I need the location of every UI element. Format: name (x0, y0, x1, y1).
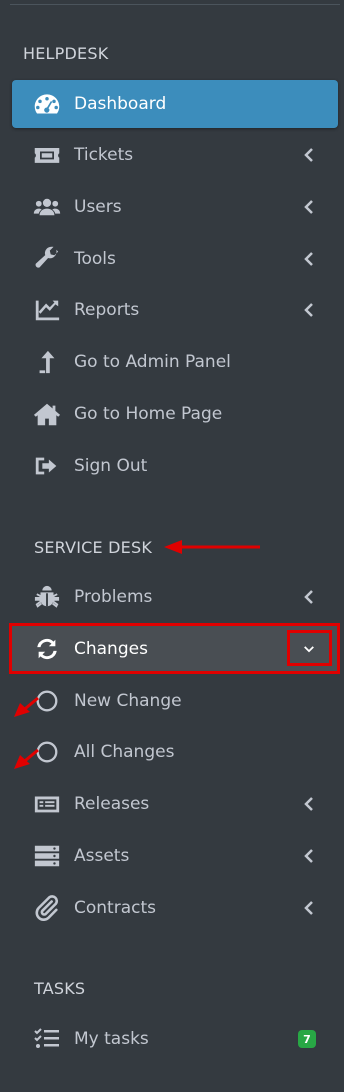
nav-label: My tasks (74, 1029, 149, 1049)
bug-icon (32, 582, 62, 612)
dashboard-icon (32, 89, 62, 119)
chevron-left-icon[interactable] (300, 198, 318, 216)
nav-item-my-tasks[interactable]: My tasks 7 (12, 1016, 338, 1062)
nav-item-releases[interactable]: Releases (12, 781, 338, 827)
nav-item-all-changes[interactable]: All Changes (12, 729, 338, 775)
paperclip-icon (32, 893, 62, 923)
circle-icon (32, 686, 62, 716)
nav-label: Users (74, 197, 122, 217)
nav-label: Contracts (74, 898, 156, 918)
nav-item-dashboard[interactable]: Dashboard (12, 80, 338, 128)
sidebar-divider (10, 4, 340, 5)
releases-icon (32, 789, 62, 819)
nav-item-problems[interactable]: Problems (12, 574, 338, 620)
chevron-left-icon[interactable] (300, 588, 318, 606)
nav-item-admin-panel[interactable]: Go to Admin Panel (12, 339, 338, 385)
tasks-icon (32, 1024, 62, 1054)
section-header-helpdesk: HELPDESK (23, 44, 109, 63)
section-header-tasks: TASKS (34, 979, 86, 998)
chevron-left-icon[interactable] (300, 250, 318, 268)
nav-label: Sign Out (74, 456, 148, 476)
nav-item-contracts[interactable]: Contracts (12, 885, 338, 931)
nav-item-changes[interactable]: Changes (12, 626, 338, 672)
sync-icon (32, 634, 62, 664)
chevron-down-icon[interactable] (300, 640, 318, 658)
nav-item-new-change[interactable]: New Change (12, 678, 338, 724)
section-header-service-desk: SERVICE DESK (34, 538, 153, 557)
nav-label: Tickets (74, 145, 134, 165)
nav-item-tickets[interactable]: Tickets (12, 132, 338, 178)
chevron-left-icon[interactable] (300, 146, 318, 164)
nav-item-reports[interactable]: Reports (12, 287, 338, 333)
circle-icon (32, 737, 62, 767)
nav-label: Releases (74, 794, 150, 814)
nav-item-assets[interactable]: Assets (12, 833, 338, 879)
nav-label: Problems (74, 587, 153, 607)
chevron-left-icon[interactable] (300, 795, 318, 813)
nav-label: New Change (74, 691, 182, 711)
wrench-icon (32, 244, 62, 274)
nav-label: Dashboard (74, 94, 167, 114)
users-icon (32, 192, 62, 222)
sign-out-icon (32, 451, 62, 481)
nav-item-tools[interactable]: Tools (12, 236, 338, 282)
nav-item-sign-out[interactable]: Sign Out (12, 443, 338, 489)
nav-label: Tools (74, 249, 116, 269)
nav-label: Changes (74, 639, 148, 659)
chevron-left-icon[interactable] (300, 301, 318, 319)
ticket-icon (32, 140, 62, 170)
server-icon (32, 841, 62, 871)
annotation-arrow-service-desk (164, 540, 260, 554)
nav-label: All Changes (74, 742, 175, 762)
arrow-up-icon (32, 347, 62, 377)
chevron-left-icon[interactable] (300, 899, 318, 917)
nav-item-users[interactable]: Users (12, 184, 338, 230)
task-count-badge: 7 (298, 1030, 316, 1048)
nav-item-home-page[interactable]: Go to Home Page (12, 391, 338, 437)
chart-icon (32, 295, 62, 325)
chevron-left-icon[interactable] (300, 847, 318, 865)
nav-label: Go to Admin Panel (74, 352, 231, 372)
nav-label: Go to Home Page (74, 404, 223, 424)
nav-label: Assets (74, 846, 130, 866)
nav-label: Reports (74, 300, 140, 320)
home-icon (32, 399, 62, 429)
